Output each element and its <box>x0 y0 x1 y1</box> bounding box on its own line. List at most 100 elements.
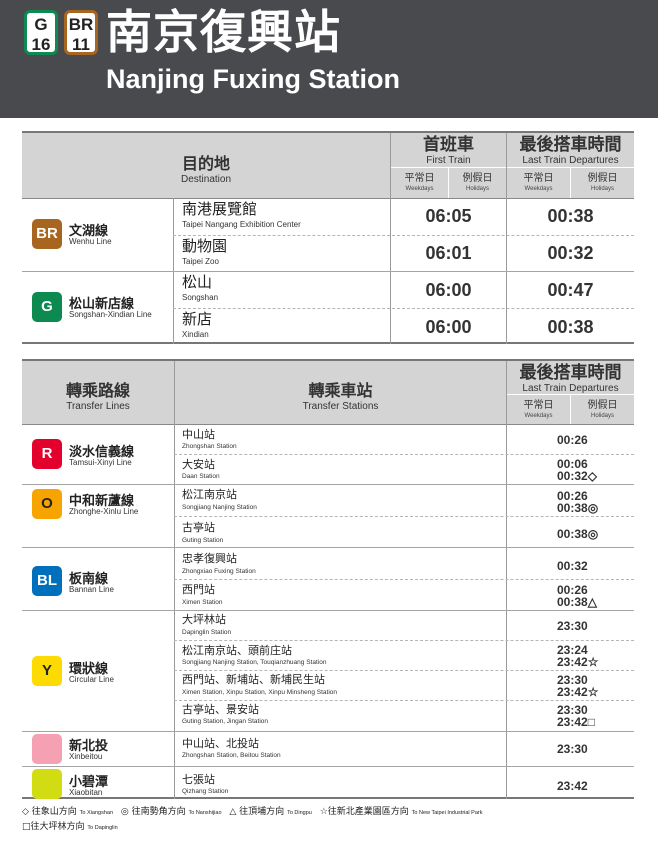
transfer-station-name: 七張站 <box>182 773 215 786</box>
station-header: G 16 BR 11 南京復興站 Nanjing Fuxing Station <box>0 0 658 118</box>
first-last-train-table: 目的地 Destination 首班車 First Train 最後搭車時間 L… <box>22 131 634 344</box>
line-badge-bl: BL <box>32 566 62 596</box>
transfer-station-name-en: Daan Station <box>182 473 220 480</box>
divider <box>174 361 175 799</box>
last-train-time: 00:32 <box>547 243 594 263</box>
holidays-zh: 例假日 <box>587 173 618 184</box>
station-title-zh: 南京復興站 <box>106 5 341 59</box>
transfer-station-name-en: Zhongshan Station <box>182 443 237 450</box>
last-train-time: 00:38◎ <box>557 527 599 541</box>
transfer-station-name-en: Zhongshan Station, Beitou Station <box>182 752 281 759</box>
divider <box>173 235 634 236</box>
station-title-en: Nanjing Fuxing Station <box>106 64 400 94</box>
first-train-header-zh: 首班車 <box>423 135 474 155</box>
legend-item-en: To New Taipei Industrial Park <box>411 810 483 816</box>
transfer-stations-header-zh: 轉乘車站 <box>308 381 373 400</box>
destination-header-zh: 目的地 <box>181 154 230 173</box>
transfer-station-name: 忠孝復興站 <box>182 552 237 565</box>
last-train-time: 23:42 <box>557 779 588 793</box>
transfer-station-name: 西門站、新埔站、新埔民生站 <box>182 673 325 686</box>
transfer-weekdays-header: 平常日 Weekdays <box>507 395 570 424</box>
holidays-zh: 例假日 <box>587 400 618 411</box>
line-badge-br11: BR 11 <box>64 10 98 55</box>
divider <box>22 766 634 767</box>
first-train-time: 06:00 <box>425 280 472 300</box>
first-train-header: 首班車 First Train <box>391 133 506 167</box>
line-badge-g: G <box>32 292 62 322</box>
last-train-time: 23:30 <box>557 742 588 756</box>
transfer-station-name: 西門站 <box>182 583 215 596</box>
badge-letter: BR <box>68 15 94 34</box>
destination-name-en: Taipei Nangang Exhibition Center <box>182 220 301 229</box>
destination-header-en: Destination <box>180 174 232 185</box>
transfer-station-name-en: Guting Station, Jingan Station <box>182 718 269 725</box>
transfer-last-header-zh: 最後搭車時間 <box>519 363 622 383</box>
line-badge-xiaobitan <box>32 769 62 799</box>
transfer-station-name: 古亭站 <box>182 521 215 534</box>
last-weekdays-header: 平常日 Weekdays <box>507 168 570 198</box>
last-train-time: 00:32◇ <box>557 469 597 483</box>
divider <box>506 133 507 344</box>
holidays-en: Holidays <box>590 186 614 192</box>
last-train-header-en: Last Train Departures <box>522 155 619 166</box>
line-badge-xinbeitou <box>32 734 62 764</box>
last-train-time: 23:42☆ <box>557 685 599 699</box>
transfer-last-header: 最後搭車時間 Last Train Departures <box>507 361 634 394</box>
line-name-xiaobitan-en: Xiaobitan <box>69 788 103 797</box>
transfer-station-name: 中山站、北投站 <box>182 737 259 750</box>
weekdays-en: Weekdays <box>405 186 434 192</box>
line-name-xinbeitou-en: Xinbeitou <box>69 752 103 761</box>
transfer-station-name-en: Qizhang Station <box>182 788 229 795</box>
line-badge-br: BR <box>32 219 62 249</box>
transfer-station-name: 松江南京站 <box>182 488 237 501</box>
divider <box>22 610 634 611</box>
divider <box>390 133 391 344</box>
line-name-bannan-en: Bannan Line <box>69 585 114 594</box>
divider <box>22 547 634 548</box>
legend-item-zh: ◇ 往象山方向 <box>22 807 77 817</box>
transfer-table: 轉乘路線 Transfer Lines 轉乘車站 Transfer Statio… <box>22 359 634 799</box>
weekdays-zh: 平常日 <box>523 400 554 411</box>
last-train-time: 00:47 <box>547 280 594 300</box>
weekdays-en: Weekdays <box>524 186 553 192</box>
weekdays-zh: 平常日 <box>404 173 435 184</box>
legend-item-en: To Dingpu <box>287 810 312 816</box>
transfer-lines-header: 轉乘路線 Transfer Lines <box>22 361 174 424</box>
transfer-station-name-en: Zhongxiao Fuxing Station <box>182 568 256 575</box>
destination-name: 南港展覽館 <box>182 200 258 218</box>
last-train-time: 23:42☆ <box>557 655 599 669</box>
line-badge-g16: G 16 <box>24 10 58 55</box>
divider <box>22 484 634 485</box>
transfer-station-name: 松江南京站、頭前庄站 <box>182 644 292 657</box>
transfer-station-name-en: Dapinglin Station <box>182 629 232 636</box>
direction-legend: ◇ 往象山方向 To Xiangshan ◎ 往南勢角方向 To Nanshij… <box>22 805 642 835</box>
transfer-station-name-en: Guting Station <box>182 537 224 544</box>
first-train-time: 06:00 <box>425 317 472 337</box>
first-holidays-header: 例假日 Holidays <box>449 168 506 198</box>
last-train-time: 00:38◎ <box>557 501 599 515</box>
transfer-stations-header-en: Transfer Stations <box>302 401 379 412</box>
divider <box>22 424 634 425</box>
line-badge-y: Y <box>32 656 62 686</box>
holidays-en: Holidays <box>465 186 489 192</box>
line-name-songshan-xindian-en: Songshan-Xindian Line <box>69 310 152 319</box>
destination-name-en: Taipei Zoo <box>182 257 219 266</box>
destination-name-en: Xindian <box>182 330 209 339</box>
transfer-station-name: 大安站 <box>182 458 215 471</box>
last-train-header: 最後搭車時間 Last Train Departures <box>507 133 634 167</box>
transfer-holidays-header: 例假日 Holidays <box>571 395 634 424</box>
transfer-lines-header-zh: 轉乘路線 <box>65 381 130 400</box>
last-train-time: 00:32 <box>557 559 588 573</box>
destination-name: 新店 <box>182 310 213 328</box>
legend-item-zh: □往大坪林方向 <box>22 822 85 832</box>
divider <box>174 579 634 580</box>
divider <box>174 640 634 641</box>
line-name-tamsui-xinyi-en: Tamsui-Xinyi Line <box>69 458 132 467</box>
destination-name: 動物園 <box>182 237 228 255</box>
legend-item-en: To Nanshijiao <box>188 810 222 816</box>
legend-item-zh: △ 往頂埔方向 <box>229 807 285 817</box>
last-train-time: 00:26 <box>557 433 588 447</box>
last-holidays-header: 例假日 Holidays <box>571 168 634 198</box>
destination-name-en: Songshan <box>182 293 219 302</box>
weekdays-en: Weekdays <box>524 413 553 419</box>
